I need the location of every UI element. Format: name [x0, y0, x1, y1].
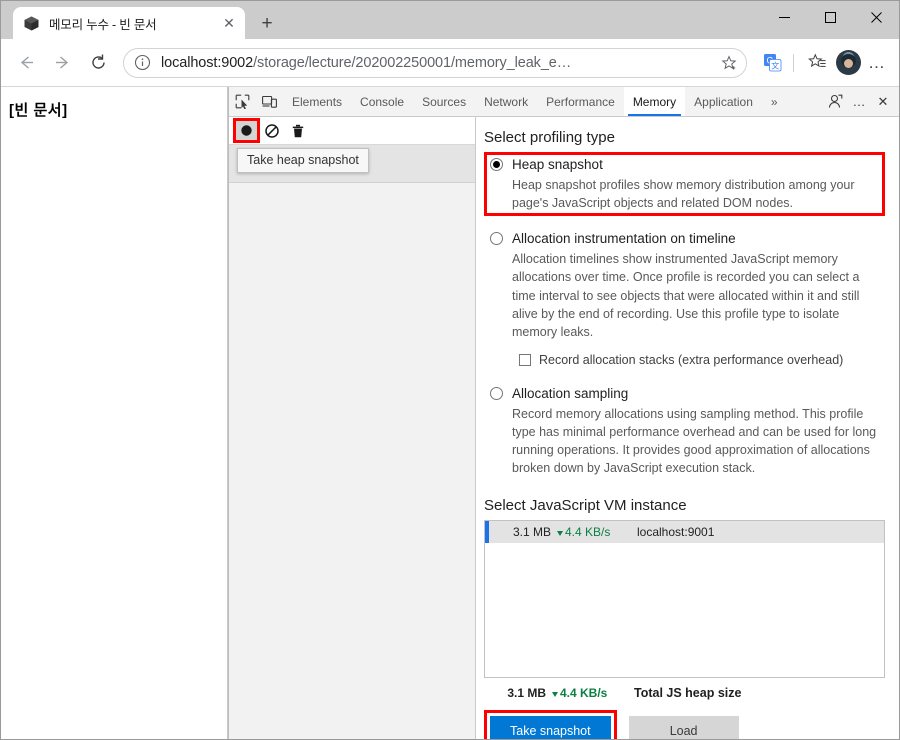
devtools-more-menu[interactable]: … [847, 89, 871, 115]
radio-allocation-timeline[interactable] [490, 232, 503, 246]
option-heap-snapshot-description: Heap snapshot profiles show memory distr… [512, 178, 855, 211]
browser-tab[interactable]: 메모리 누수 - 빈 문서 ✕ [13, 7, 245, 39]
profile-avatar[interactable] [836, 50, 861, 75]
memory-sidebar: Profiles Take heap snapshot [229, 117, 476, 739]
browser-more-menu[interactable]: … [863, 53, 891, 73]
browser-toolbar: localhost:9002/storage/lecture/202002250… [1, 39, 899, 87]
totals-row: 3.1 MB 4.4 KB/s Total JS heap size [484, 686, 885, 700]
option-allocation-sampling[interactable]: Allocation sampling Record memory alloca… [484, 381, 885, 482]
option-heap-snapshot-label: Heap snapshot [512, 157, 603, 172]
total-heap-rate-text: 4.4 KB/s [560, 686, 608, 701]
person-icon[interactable] [823, 89, 847, 115]
total-heap-size-value: 3.1 MB [507, 686, 546, 701]
take-snapshot-highlight: Take snapshot [484, 710, 617, 739]
option-allocation-timeline-description: Allocation timelines show instrumented J… [512, 252, 860, 339]
trash-icon[interactable] [285, 119, 311, 142]
checkbox-record-allocation-stacks[interactable] [519, 353, 531, 366]
tab-performance[interactable]: Performance [537, 87, 624, 116]
tab-overflow-chevron-icon[interactable]: » [762, 87, 787, 116]
tab-sources[interactable]: Sources [413, 87, 475, 116]
record-circle-icon[interactable] [233, 119, 259, 142]
vm-instance-row[interactable]: 3.1 MB 4.4 KB/s localhost:9001 [485, 521, 884, 544]
tab-title: 메모리 누수 - 빈 문서 [49, 17, 157, 32]
reload-icon[interactable] [81, 46, 115, 80]
url-path: /storage/lecture/202002250001/memory_lea… [253, 54, 572, 71]
option-allocation-timeline[interactable]: Allocation instrumentation on timeline A… [484, 226, 885, 371]
devtools-close-icon[interactable]: ✕ [871, 89, 895, 115]
record-button-tooltip: Take heap snapshot [237, 148, 369, 173]
vm-instance-rate-text: 4.4 KB/s [565, 525, 611, 540]
inspect-element-icon[interactable] [229, 87, 256, 116]
memory-toolbar [229, 117, 475, 145]
tab-application[interactable]: Application [685, 87, 762, 116]
down-arrow-icon [557, 530, 563, 536]
action-button-row: Take snapshot Load [484, 710, 885, 739]
tab-memory[interactable]: Memory [623, 87, 686, 116]
titlebar: 메모리 누수 - 빈 문서 ✕ + [1, 1, 899, 39]
load-button[interactable]: Load [628, 716, 739, 739]
page-viewport: [빈 문서] [1, 87, 228, 739]
new-tab-button[interactable]: + [253, 9, 281, 37]
option-allocation-sampling-row[interactable]: Allocation sampling [490, 386, 879, 401]
radio-heap-snapshot[interactable] [490, 158, 503, 171]
device-toolbar-icon[interactable] [256, 87, 283, 116]
vm-instance-name: localhost:9001 [637, 525, 715, 540]
clear-no-entry-icon[interactable] [259, 119, 285, 142]
address-bar[interactable]: localhost:9002/storage/lecture/202002250… [123, 47, 747, 78]
devtools-panel: Elements Console Sources Network Perform… [228, 87, 899, 739]
content-area: [빈 문서] Elements Console Sources Network … [1, 87, 899, 739]
vm-instance-list[interactable]: 3.1 MB 4.4 KB/s localhost:9001 [484, 520, 885, 679]
favorite-star-icon[interactable] [718, 54, 740, 71]
take-snapshot-button[interactable]: Take snapshot [490, 716, 611, 739]
devtools-body: Profiles Take heap snapshot Select profi… [229, 117, 899, 739]
record-allocation-stacks-row[interactable]: Record allocation stacks (extra performa… [519, 353, 879, 367]
cube-icon [23, 15, 40, 32]
devtools-right-controls: … ✕ [823, 87, 899, 116]
profiling-type-title: Select profiling type [484, 129, 615, 146]
option-heap-snapshot-row[interactable]: Heap snapshot [490, 157, 879, 172]
profiles-list [229, 183, 475, 739]
back-arrow-icon[interactable] [9, 46, 43, 80]
maximize-icon[interactable] [807, 1, 853, 33]
down-arrow-icon [552, 691, 558, 697]
option-allocation-timeline-row[interactable]: Allocation instrumentation on timeline [490, 231, 879, 246]
url-text: localhost:9002/storage/lecture/202002250… [161, 55, 718, 71]
vm-instance-rate: 4.4 KB/s [557, 525, 637, 539]
forward-arrow-icon[interactable] [45, 46, 79, 80]
collections-icon[interactable] [802, 48, 832, 78]
close-icon[interactable] [853, 1, 899, 33]
browser-window: 메모리 누수 - 빈 문서 ✕ + localhost:9002/storage… [0, 0, 900, 740]
option-allocation-timeline-label: Allocation instrumentation on timeline [512, 231, 736, 247]
total-heap-rate: 4.4 KB/s [552, 686, 634, 700]
svg-text:文: 文 [771, 61, 779, 71]
record-allocation-stacks-label: Record allocation stacks (extra performa… [539, 352, 844, 367]
tab-elements[interactable]: Elements [283, 87, 351, 116]
google-translate-icon[interactable]: G 文 [757, 48, 787, 78]
option-allocation-sampling-description: Record memory allocations using sampling… [512, 406, 877, 476]
option-allocation-sampling-label: Allocation sampling [512, 385, 629, 401]
minimize-icon[interactable] [761, 1, 807, 33]
url-host: localhost:9002 [161, 54, 254, 71]
tab-close-icon[interactable]: ✕ [219, 13, 239, 33]
info-circle-icon[interactable] [134, 54, 152, 72]
page-content-text: [빈 문서] [9, 102, 68, 119]
option-heap-snapshot[interactable]: Heap snapshot Heap snapshot profiles sho… [484, 152, 885, 217]
devtools-tab-list: Elements Console Sources Network Perform… [283, 87, 823, 116]
memory-main-panel: Select profiling type Heap snapshot Heap… [476, 117, 899, 739]
vm-instance-size: 3.1 MB [512, 525, 551, 540]
vm-instance-title: Select JavaScript VM instance [484, 497, 687, 515]
toolbar-divider [793, 53, 794, 72]
total-heap-size-label: Total JS heap size [634, 686, 742, 701]
window-controls [761, 1, 899, 33]
devtools-tabbar: Elements Console Sources Network Perform… [229, 87, 899, 117]
tab-console[interactable]: Console [351, 87, 413, 116]
tab-network[interactable]: Network [475, 87, 537, 116]
radio-allocation-sampling[interactable] [490, 386, 503, 400]
